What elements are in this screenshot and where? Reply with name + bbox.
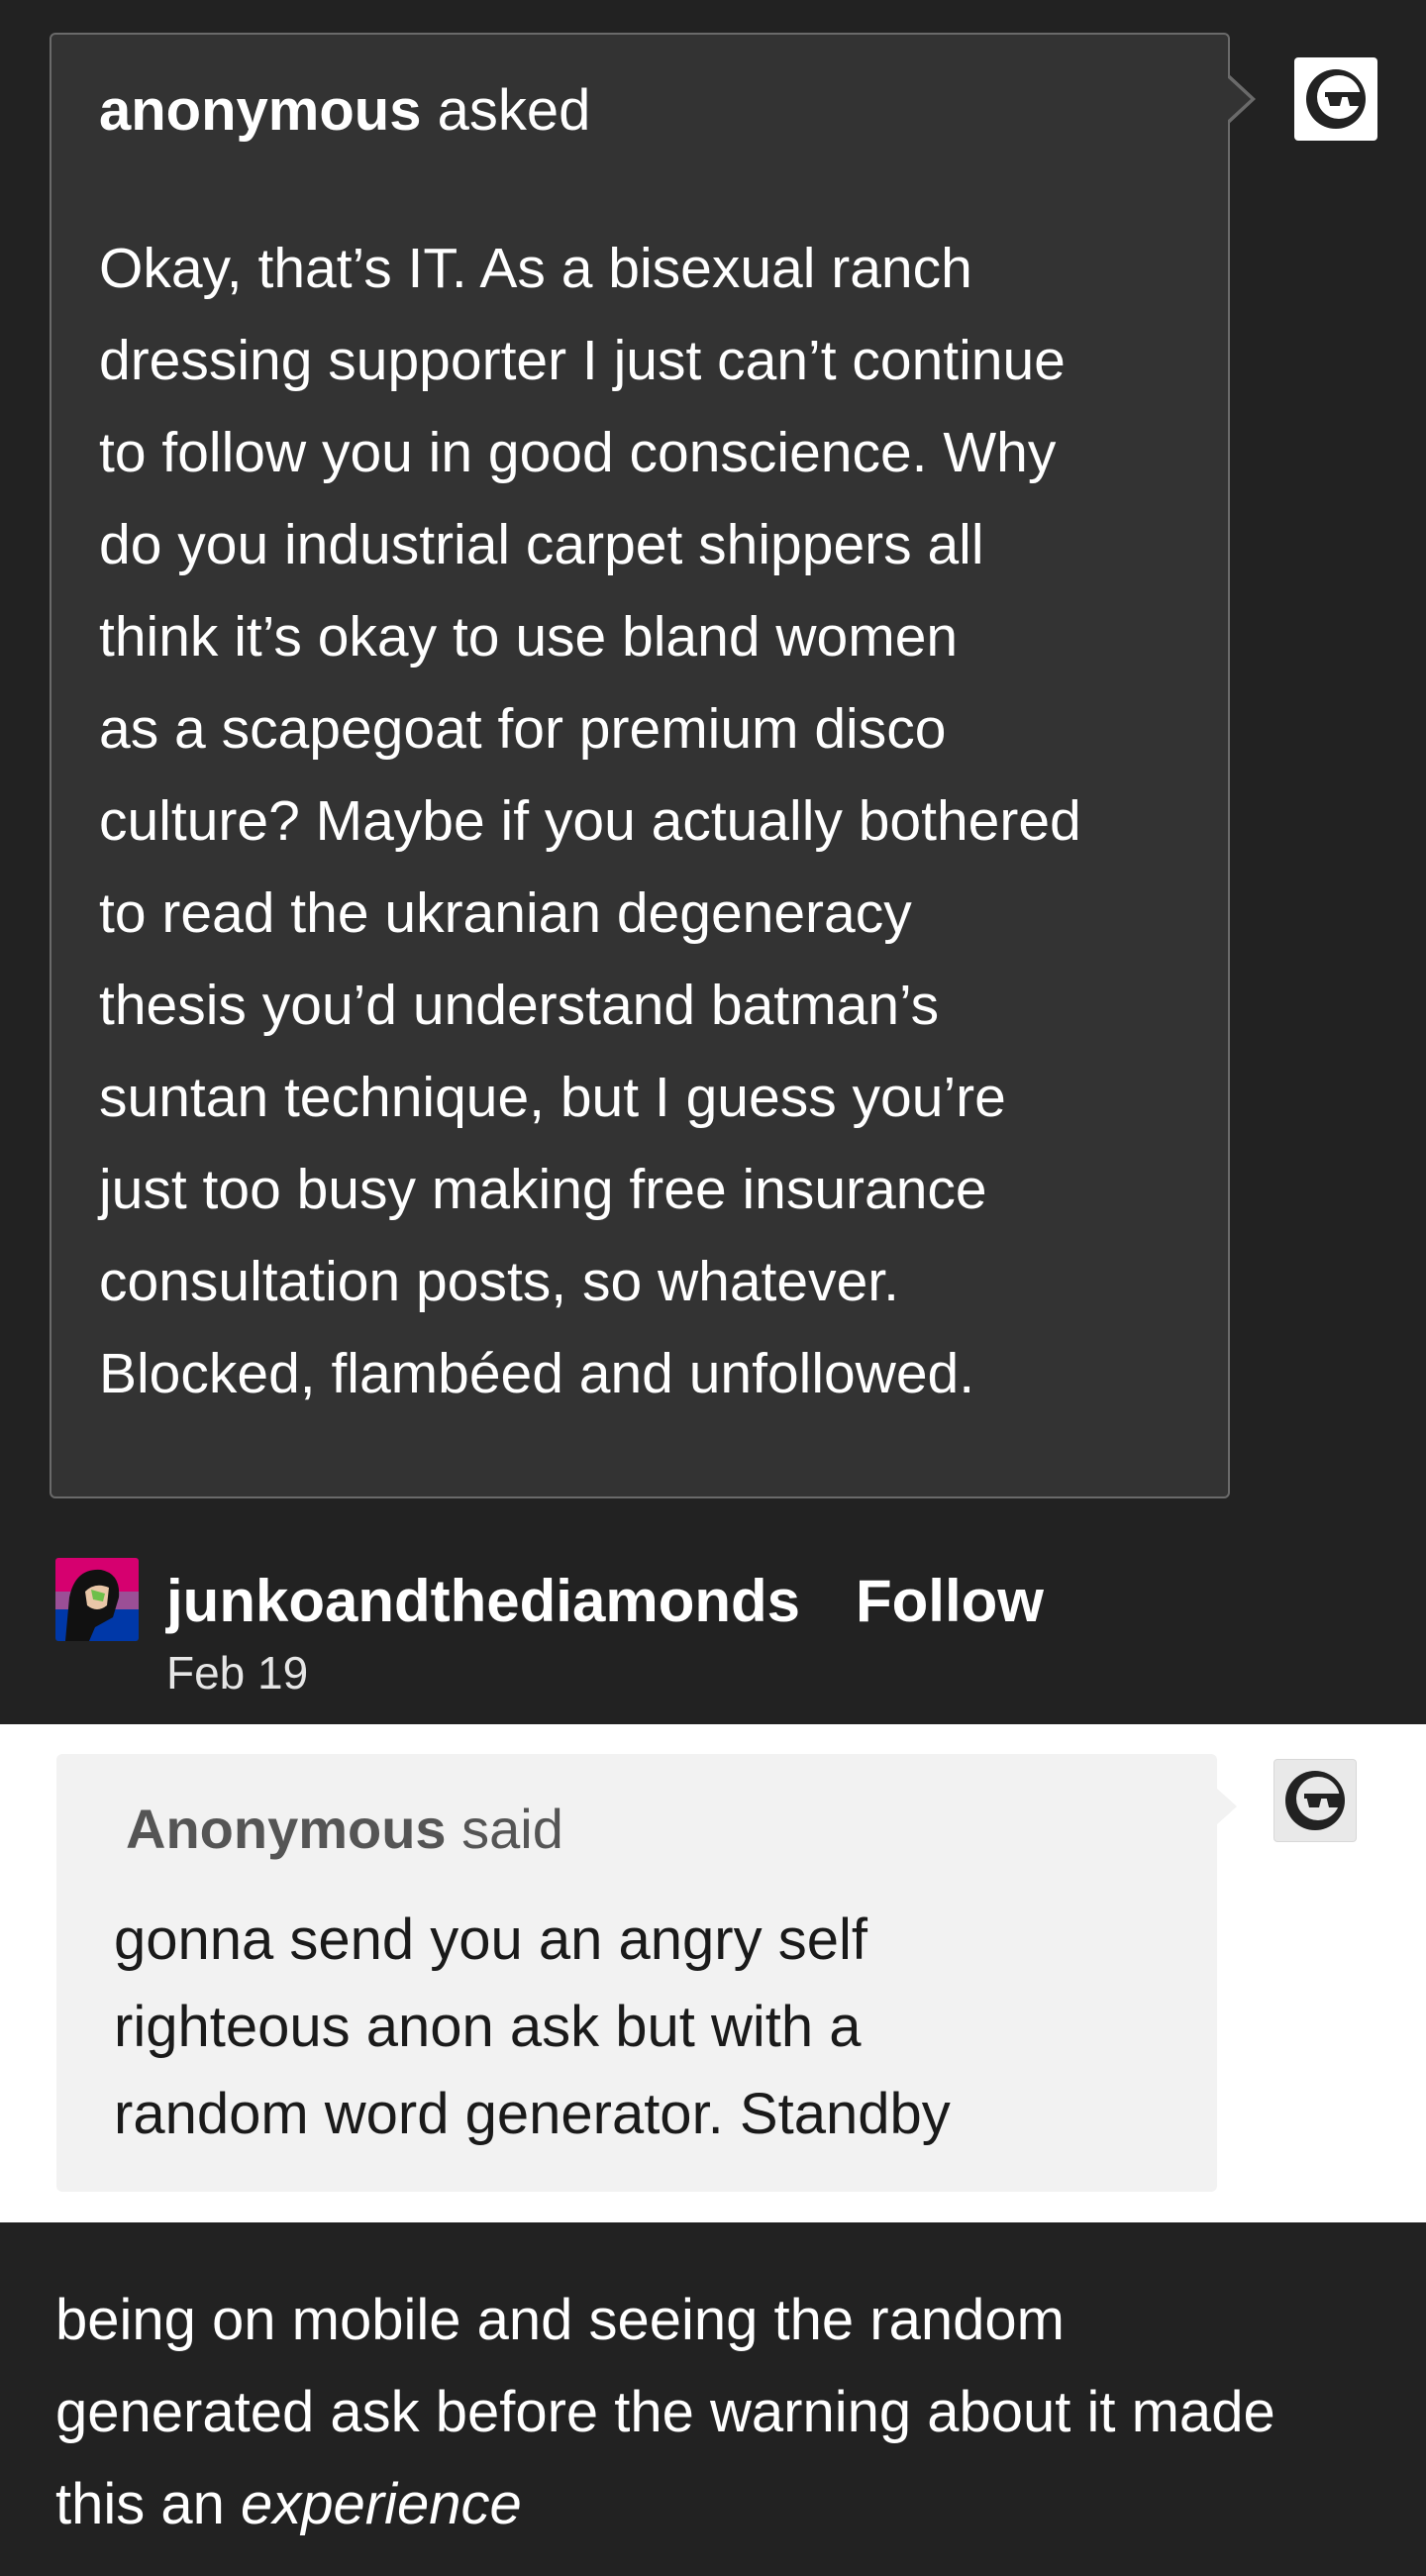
quoted-ask-line: random word generator. Standby [114,2082,951,2146]
anonymous-sunglasses-icon [1273,1759,1357,1842]
comment-line: being on mobile and seeing the random [55,2288,1065,2352]
quoted-ask-line: righteous anon ask but with a [114,1995,862,2059]
anonymous-sunglasses-icon [1294,57,1377,141]
ask-line: thesis you’d understand batman’s [99,974,940,1037]
ask-line: consultation posts, so whatever. [99,1250,899,1313]
quoted-asker-name: Anonymous [126,1798,447,1860]
comment-line: this an experience [55,2458,1275,2550]
post-date: Feb 19 [166,1647,309,1699]
ask-line: as a scapegoat for premium disco [99,697,947,761]
ask-line: Blocked, flambéed and unfollowed. [99,1342,975,1405]
quoted-ask-box: Anonymous said gonna send you an angry s… [56,1754,1217,2192]
said-label: said [461,1798,563,1860]
ask-line: suntan technique, but I guess you’re [99,1066,1006,1129]
blog-name-link[interactable]: junkoandthediamonds [166,1567,800,1636]
ask-line: to follow you in good conscience. Why [99,421,1057,484]
comment-text: this an [55,2472,241,2536]
post-comment: being on mobile and seeing the random ge… [55,2274,1275,2550]
ask-line: culture? Maybe if you actually bothered [99,789,1081,853]
ask-header: anonymous asked [99,78,590,144]
quoted-ask-pointer [1217,1789,1237,1824]
ask-line: do you industrial carpet shippers all [99,513,984,576]
ask-line: Okay, that’s IT. As a bisexual ranch [99,237,972,300]
ask-line: think it’s okay to use bland women [99,605,959,669]
ask-line: dressing supporter I just can’t continue [99,329,1066,392]
quoted-ask-line: gonna send you an angry self [114,1907,867,1972]
follow-button[interactable]: Follow [856,1567,1044,1636]
asker-name: anonymous [99,78,422,143]
ask-box: anonymous asked Okay, that’s IT. As a bi… [50,33,1230,1498]
quoted-ask-header: Anonymous said [126,1798,563,1861]
comment-line: generated ask before the warning about i… [55,2380,1275,2444]
blog-avatar[interactable] [55,1558,139,1641]
ask-line: just too busy making free insurance [99,1158,987,1221]
comment-emphasis: experience [241,2472,522,2536]
asked-label: asked [437,78,591,143]
ask-box-pointer-fill [1226,76,1251,122]
ask-message: Okay, that’s IT. As a bisexual ranch dre… [99,223,1198,1420]
ask-line: to read the ukranian degeneracy [99,881,912,945]
quoted-ask-message: gonna send you an angry self righteous a… [114,1897,951,2158]
